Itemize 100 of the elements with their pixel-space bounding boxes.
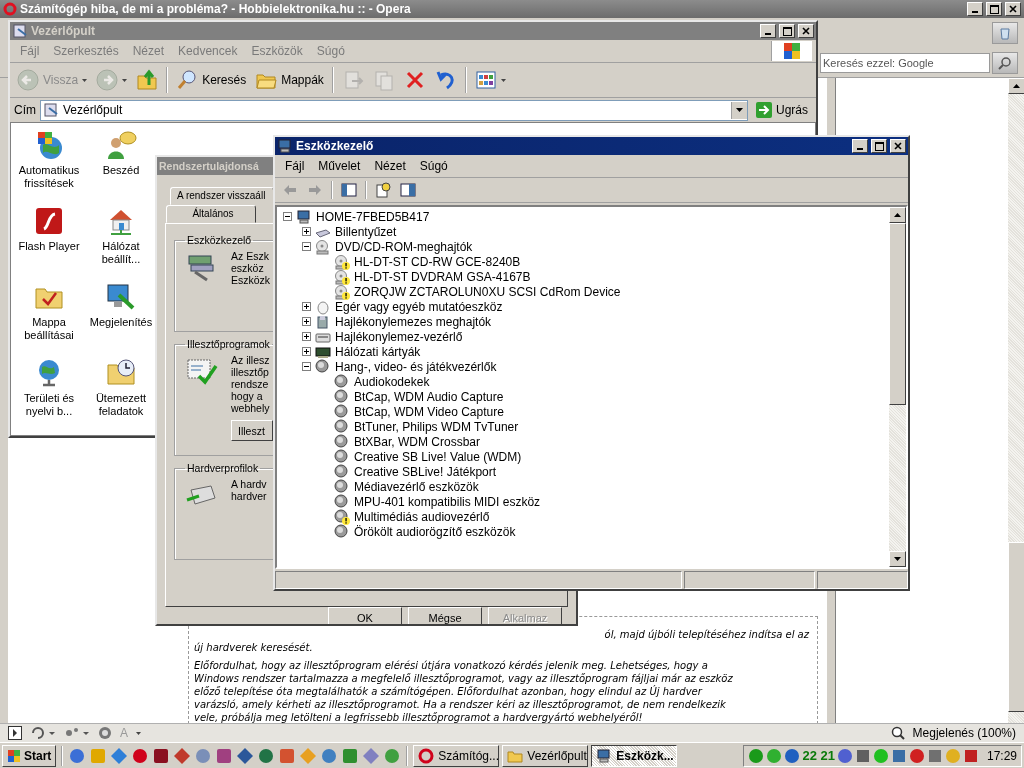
tray-icon[interactable] — [748, 747, 765, 764]
control-panel-item[interactable]: Automatikus frissítések — [13, 164, 85, 190]
control-panel-item[interactable]: Flash Player — [13, 240, 85, 253]
expand-toggle[interactable] — [302, 347, 311, 356]
control-panel-item[interactable]: Hálózat beállít... — [85, 240, 157, 266]
quick-launch-icon[interactable] — [236, 746, 255, 765]
tree-item[interactable]: Hang-, video- és játékvezérlők — [335, 359, 497, 374]
taskbar-button[interactable]: Vezérlőpult — [502, 744, 589, 767]
tab[interactable]: Általános — [166, 205, 256, 223]
close-button[interactable] — [890, 139, 906, 153]
quick-launch-icon[interactable] — [131, 746, 150, 765]
tree-item[interactable]: BtCap, WDM Video Capture — [354, 404, 504, 419]
windows-flag-icon — [782, 42, 802, 60]
control-panel-item[interactable]: Mappa beállításai — [13, 316, 85, 342]
quick-launch-icon[interactable] — [152, 746, 171, 765]
expand-toggle[interactable] — [302, 317, 311, 326]
tree-item[interactable]: BtXBar, WDM Crossbar — [354, 434, 481, 449]
quick-launch-icon[interactable] — [173, 746, 192, 765]
control-panel-item[interactable]: Ütemezett feladatok — [85, 392, 157, 418]
control-panel-item[interactable]: Területi és nyelvi b... — [13, 392, 85, 418]
menu-item[interactable]: Fájl — [279, 157, 311, 175]
dialog-button[interactable]: OK — [328, 607, 402, 624]
menu-item[interactable]: Súgó — [413, 157, 454, 175]
tray-icon[interactable] — [784, 747, 801, 764]
close-button[interactable] — [798, 24, 814, 38]
trash-button[interactable] — [992, 22, 1018, 44]
details-button[interactable] — [397, 181, 419, 199]
expand-toggle[interactable] — [302, 227, 311, 236]
scroll-thumb[interactable] — [1008, 542, 1024, 712]
minimize-button[interactable] — [760, 24, 776, 38]
tree-item[interactable]: Hálózati kártyák — [335, 344, 421, 359]
drivers-button[interactable]: Illeszt — [231, 420, 273, 441]
go-button[interactable]: Ugrás — [752, 102, 812, 118]
zoom-level[interactable]: Megjelenés (100%) — [912, 726, 1016, 740]
quick-launch-icon[interactable] — [320, 746, 339, 765]
taskbar-button[interactable]: Eszközk... — [591, 744, 678, 767]
quick-launch-icon[interactable] — [341, 746, 360, 765]
scrollbar[interactable] — [889, 207, 906, 567]
scroll-thumb[interactable] — [889, 223, 906, 405]
windows-flag-icon — [7, 748, 21, 763]
tree-item[interactable]: Hajlékonylemezes meghajtók — [335, 314, 492, 329]
menu-item[interactable]: Művelet — [312, 157, 367, 175]
tree-item[interactable]: HL-DT-ST CD-RW GCE-8240B — [354, 254, 521, 269]
start-button[interactable]: Start — [2, 744, 57, 767]
scrollbar[interactable] — [1008, 78, 1024, 723]
tray-icon[interactable] — [854, 747, 871, 764]
maximize-button[interactable] — [871, 139, 887, 153]
tree-item[interactable]: Örökölt audiorögzítő eszközök — [354, 524, 516, 539]
person-speech-icon[interactable] — [105, 129, 137, 161]
tree-item[interactable]: Egér vagy egyéb mutatóeszköz — [335, 299, 503, 314]
tree-item[interactable]: HOME-7FBED5B417 — [316, 209, 430, 224]
expand-toggle[interactable] — [283, 212, 292, 221]
tray-icon[interactable] — [890, 747, 907, 764]
quick-launch-icon[interactable] — [278, 746, 297, 765]
tree-item[interactable]: Hajlékonylemez-vezérlő — [335, 329, 463, 344]
expand-toggle[interactable] — [302, 332, 311, 341]
tree-item[interactable]: Creative SB Live! Value (WDM) — [354, 449, 522, 464]
tray-icon[interactable] — [908, 747, 925, 764]
expand-toggle[interactable] — [302, 302, 311, 311]
search-button[interactable] — [992, 51, 1018, 74]
close-button[interactable] — [1005, 2, 1021, 16]
minimize-button[interactable] — [852, 139, 868, 153]
console-tree-button[interactable] — [338, 181, 360, 199]
tree-item[interactable]: Médiavezérlő eszközök — [354, 479, 479, 494]
floppy-drive-icon — [315, 313, 331, 330]
quick-launch-icon[interactable] — [68, 746, 87, 765]
control-panel-item[interactable]: Megjelenítés — [85, 316, 157, 329]
maximize-button[interactable] — [779, 24, 795, 38]
tray-icon[interactable] — [836, 747, 853, 764]
quick-launch-icon[interactable] — [257, 746, 276, 765]
quick-launch-icon[interactable] — [110, 746, 129, 765]
search-field[interactable]: Keresés ezzel: Google — [820, 52, 990, 73]
tab[interactable]: A rendszer visszaáll — [170, 187, 274, 205]
expand-toggle[interactable] — [302, 242, 311, 251]
tree-item[interactable]: MPU-401 kompatibilis MIDI eszköz — [354, 494, 541, 509]
minimize-button[interactable] — [967, 2, 983, 16]
tree-item[interactable]: ZORQJW ZCTAROLUN0XU SCSI CdRom Device — [354, 284, 621, 299]
tree-item[interactable]: Audiokodekek — [354, 374, 430, 389]
panel-toggle-icon — [8, 726, 22, 740]
dialog-button[interactable]: Mégse — [408, 607, 482, 624]
tree-item[interactable]: Multimédiás audiovezérlő — [354, 509, 490, 524]
tree-item[interactable]: Creative SBLive! Játékport — [354, 464, 497, 479]
control-panel-item[interactable]: Beszéd — [85, 164, 157, 177]
menu-item[interactable]: Nézet — [368, 157, 412, 175]
tree-item[interactable]: Billentyűzet — [335, 224, 397, 239]
search-button[interactable]: Keresés — [173, 68, 250, 92]
folders-button[interactable]: Mappák — [252, 68, 327, 92]
swoosh-square-icon[interactable] — [33, 205, 65, 237]
tree-item[interactable]: DVD/CD-ROM-meghajtók — [335, 239, 473, 254]
taskbar-button[interactable]: Számítóg... — [413, 744, 500, 767]
quick-launch-icon[interactable] — [215, 746, 234, 765]
tray-icon[interactable] — [926, 747, 943, 764]
expand-toggle[interactable] — [302, 362, 311, 371]
tray-icon[interactable] — [962, 747, 979, 764]
tree-item[interactable]: BtCap, WDM Audio Capture — [354, 389, 504, 404]
description-line: eszköz — [231, 262, 264, 274]
tree-item[interactable]: BtTuner, Philips WDM TvTuner — [354, 419, 519, 434]
tree-item[interactable]: HL-DT-ST DVDRAM GSA-4167B — [354, 269, 531, 284]
address-field[interactable]: Vezérlőpult — [40, 99, 748, 121]
maximize-button[interactable] — [986, 2, 1002, 16]
